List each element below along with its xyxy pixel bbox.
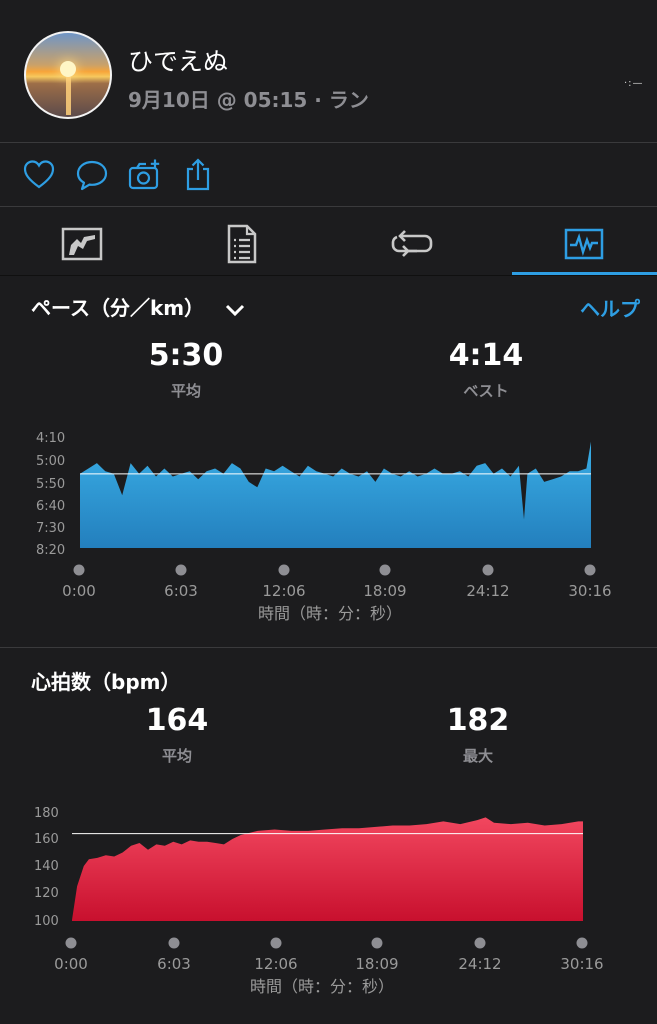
heart-y-axis: 180 160 140 120 100 — [34, 806, 59, 929]
help-link[interactable]: ヘルプ — [580, 293, 640, 322]
comment-icon[interactable] — [75, 158, 109, 192]
activity-meta: 9月10日 @ 05:15 · ラン — [128, 88, 369, 112]
tab-charts[interactable] — [502, 216, 657, 272]
share-icon[interactable] — [181, 158, 215, 192]
pace-average-value: 5:30 — [148, 338, 224, 373]
x-tick-dot — [278, 564, 290, 576]
pace-title[interactable]: ペース（分／km） — [31, 292, 245, 321]
chevron-down-icon — [226, 304, 245, 316]
details-icon — [227, 224, 257, 264]
heart-max-label: 最大 — [462, 747, 493, 765]
x-tick-label: 30:16 — [560, 955, 603, 973]
pace-best-value: 4:14 — [448, 338, 524, 373]
pace-x-axis: 0:00 6:03 12:06 18:09 24:12 30:16 時間（時：分… — [62, 564, 612, 623]
y-tick-label: 4:10 — [36, 431, 65, 446]
x-tick-label: 0:00 — [54, 955, 88, 973]
x-tick-dot — [584, 564, 596, 576]
y-tick-label: 120 — [34, 886, 59, 901]
pace-title-text: ペース（分／km） — [31, 296, 205, 320]
x-tick-label: 30:16 — [568, 582, 611, 600]
activity-header: ひでえぬ 9月10日 @ 05:15 · ラン ·:— — [0, 0, 657, 142]
heart-icon[interactable] — [22, 158, 56, 192]
charts-icon — [564, 228, 604, 260]
x-axis-label: 時間（時：分：秒） — [250, 977, 394, 996]
x-tick-label: 18:09 — [355, 955, 398, 973]
x-tick-dot — [73, 564, 85, 576]
y-tick-label: 100 — [34, 914, 59, 929]
avatar-reflection — [66, 77, 71, 115]
heart-average-value: 164 — [145, 703, 209, 738]
y-tick-label: 160 — [34, 832, 59, 847]
x-tick-dot — [576, 937, 588, 949]
pace-average-label: 平均 — [170, 382, 201, 400]
x-axis-label: 時間（時：分：秒） — [258, 604, 402, 623]
x-tick-label: 6:03 — [164, 582, 198, 600]
x-tick-dot — [168, 937, 180, 949]
more-icon[interactable]: ·:— — [624, 78, 644, 89]
heart-title: 心拍数（bpm） — [31, 670, 181, 694]
x-tick-dot — [175, 564, 187, 576]
y-tick-label: 5:50 — [36, 477, 65, 492]
x-tick-dot — [379, 564, 391, 576]
tab-details[interactable] — [160, 216, 324, 272]
map-summary-icon — [61, 227, 103, 261]
x-tick-dot — [371, 937, 383, 949]
x-tick-dot — [474, 937, 486, 949]
y-tick-label: 5:00 — [36, 454, 65, 469]
pace-area-series — [80, 441, 591, 548]
active-tab-indicator — [512, 272, 657, 275]
pace-best-label: ベスト — [463, 382, 509, 400]
y-tick-label: 7:30 — [36, 521, 65, 536]
add-photo-icon[interactable] — [128, 158, 162, 192]
heart-max-value: 182 — [446, 703, 510, 738]
pace-y-axis: 4:10 5:00 5:50 6:40 7:30 8:20 — [36, 431, 65, 558]
x-tick-label: 12:06 — [262, 582, 305, 600]
x-tick-label: 12:06 — [254, 955, 297, 973]
x-tick-label: 24:12 — [458, 955, 501, 973]
heart-chart: 180 160 140 120 100 0:00 6:03 12:06 18:0… — [34, 806, 604, 996]
avatar[interactable] — [24, 31, 112, 119]
tab-laps[interactable] — [330, 216, 494, 272]
laps-icon — [391, 230, 433, 257]
x-tick-dot — [270, 937, 282, 949]
x-tick-label: 6:03 — [157, 955, 191, 973]
pace-chart: 4:10 5:00 5:50 6:40 7:30 8:20 0:00 6:03 … — [36, 431, 612, 623]
avatar-sun — [60, 61, 76, 77]
heart-average-label: 平均 — [161, 747, 192, 765]
y-tick-label: 6:40 — [36, 499, 65, 514]
user-name[interactable]: ひでえぬ — [128, 42, 228, 78]
y-tick-label: 140 — [34, 859, 59, 874]
x-tick-label: 24:12 — [466, 582, 509, 600]
heart-area-series — [72, 817, 583, 921]
x-tick-dot — [65, 937, 77, 949]
x-tick-dot — [482, 564, 494, 576]
heart-x-axis: 0:00 6:03 12:06 18:09 24:12 30:16 時間（時：分… — [54, 937, 604, 996]
tab-summary[interactable] — [0, 216, 164, 272]
x-tick-label: 0:00 — [62, 582, 96, 600]
x-tick-label: 18:09 — [363, 582, 406, 600]
y-tick-label: 180 — [34, 806, 59, 821]
y-tick-label: 8:20 — [36, 543, 65, 558]
